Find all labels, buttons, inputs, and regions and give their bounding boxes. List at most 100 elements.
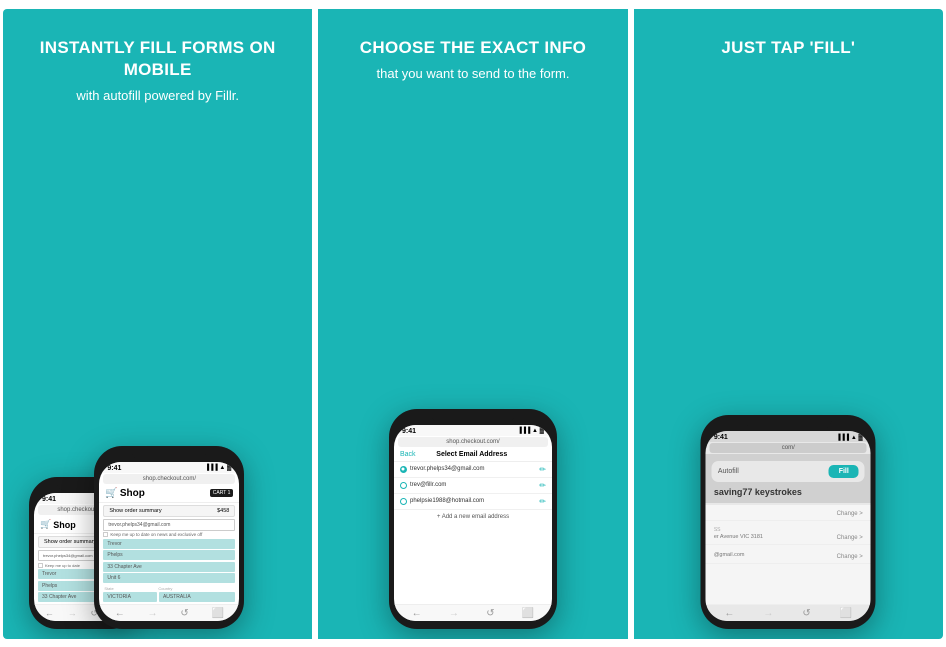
nav-refresh-p3[interactable]: ↺ [802, 608, 810, 619]
email-option-2[interactable]: trev@fillr.com ✏ [394, 478, 552, 494]
phone-panel3: 9:41 ▐▐▐ ▲ ▓ com/ Autofill Fill saving77… [701, 415, 876, 629]
edit-icon-2[interactable]: ✏ [539, 481, 546, 490]
shop-title-small: 🛒 Shop [40, 519, 76, 530]
panel1-subtitle: with autofill powered by Fillr. [76, 87, 239, 105]
email-text-1: trevor.phelps34@gmail.com [410, 466, 484, 472]
panel1-phone-wrapper: 9:41 ▐▐▐ ▲ ▓ shop.checkout.com/ 🛒 Shop S… [19, 125, 296, 619]
browser-nav-main[interactable]: ← → ↺ ⬜ [99, 604, 239, 621]
panel3-phone-wrapper: 9:41 ▐▐▐ ▲ ▓ com/ Autofill Fill saving77… [650, 85, 927, 619]
email-text-3: phelpsie1988@hotmail.com [410, 498, 484, 504]
shop-title-main: 🛒 Shop [105, 488, 144, 499]
status-bar-main: 9:41 ▐▐▐ ▲ ▓ [99, 462, 239, 473]
order-summary-label-small: Show order summary [44, 539, 96, 545]
keystroke-text-p3: saving77 keystrokes [706, 485, 871, 499]
phone-panel2: 9:41 ▐▐▐ ▲ ▓ shop.checkout.com/ Back Sel… [389, 409, 557, 629]
phone-notch-p2 [431, 409, 515, 423]
select-header-p2: Back Select Email Address [394, 448, 552, 462]
add-email-label: + Add a new email address [437, 514, 509, 520]
panel2-title: CHOOSE THE EXACT INFO [360, 37, 586, 59]
radio-selected-1 [400, 466, 407, 473]
status-time-small: 9:41 [42, 496, 56, 503]
field-last-main: Phelps [103, 550, 235, 560]
shop-label-main: Shop [120, 488, 145, 499]
field-first-main: Trevor [103, 539, 235, 549]
phone-notch-main [132, 446, 207, 460]
fill-btn-p3[interactable]: Fill [829, 465, 859, 478]
shop-label-small: Shop [53, 520, 76, 530]
nav-back-small[interactable]: ← [45, 608, 54, 618]
change-rows: Change > SS er Avenue VIC 3181 Change > … [706, 505, 871, 564]
phone-screen-p3: 9:41 ▐▐▐ ▲ ▓ com/ Autofill Fill saving77… [706, 431, 871, 621]
phone-notch-p3 [745, 415, 833, 429]
email-left-2: trev@fillr.com [400, 482, 446, 489]
nav-share-p3[interactable]: ⬜ [840, 608, 852, 619]
order-label-main: Show order summary [109, 508, 161, 514]
change-row-3: @gmail.com Change > [706, 545, 871, 563]
edit-icon-3[interactable]: ✏ [539, 497, 546, 506]
autofill-bar-p3: Autofill Fill [712, 461, 865, 482]
email-field-main: trevor.phelps34@gmail.com [103, 519, 235, 531]
status-time-p2: 9:41 [402, 428, 416, 435]
email-left-3: phelpsie1988@hotmail.com [400, 498, 484, 505]
nav-fwd-small[interactable]: → [68, 608, 77, 618]
change-link-3[interactable]: Change > [837, 554, 863, 560]
nav-share-p2[interactable]: ⬜ [522, 608, 534, 619]
status-bar-p2: 9:41 ▐▐▐ ▲ ▓ [394, 425, 552, 436]
shop-header-main: 🛒 Shop CART 1 [99, 485, 239, 503]
email-option-1[interactable]: trevor.phelps34@gmail.com ✏ [394, 462, 552, 478]
change-row-1: Change > [706, 505, 871, 521]
email-text-2: trev@fillr.com [410, 482, 446, 488]
status-bar-p3: 9:41 ▐▐▐ ▲ ▓ [706, 431, 871, 442]
field-country-main: AUSTRALIA [159, 592, 235, 602]
nav-back-p3[interactable]: ← [724, 608, 734, 619]
order-summary-main[interactable]: Show order summary $458 [103, 505, 235, 517]
phone-main: 9:41 ▐▐▐ ▲ ▓ shop.checkout.com/ 🛒 Shop C… [94, 446, 244, 629]
nav-fwd-p2[interactable]: → [449, 608, 459, 619]
field-addr1-main: 33 Chapter Ave [103, 562, 235, 572]
status-time-main: 9:41 [107, 465, 121, 472]
order-price-main: $458 [217, 508, 229, 514]
change-row-2: SS er Avenue VIC 3181 Change > [706, 521, 871, 545]
panel-fill-forms: INSTANTLY FILL FORMS ON MOBILE with auto… [3, 9, 312, 639]
browser-nav-p2[interactable]: ← → ↺ ⬜ [394, 604, 552, 621]
change-value-2: er Avenue VIC 3181 [714, 533, 763, 541]
change-link-2[interactable]: Change > [837, 535, 863, 541]
email-option-3[interactable]: phelpsie1988@hotmail.com ✏ [394, 494, 552, 510]
autofill-label-p3: Autofill [718, 468, 739, 475]
panel-choose-info: CHOOSE THE EXACT INFO that you want to s… [318, 9, 627, 639]
back-btn-p2[interactable]: Back [400, 451, 416, 458]
panel3-title: JUST TAP 'FILL' [721, 37, 855, 59]
change-link-1[interactable]: Change > [837, 511, 863, 517]
url-bar-p3: com/ [710, 443, 867, 453]
status-icons-main: ▐▐▐ ▲ ▓ [205, 465, 231, 471]
change-value-3: @gmail.com [714, 551, 745, 559]
nav-refresh-p2[interactable]: ↺ [486, 608, 494, 619]
cart-badge-main: CART 1 [210, 489, 234, 497]
field-addr2-main: Unit 6 [103, 573, 235, 583]
spacer-p3 [706, 564, 871, 604]
select-title-p2: Select Email Address [436, 451, 507, 458]
panel2-subtitle: that you want to send to the form. [377, 65, 570, 83]
browser-nav-p3[interactable]: ← → ↺ ⬜ [706, 604, 871, 621]
status-time-p3: 9:41 [714, 434, 728, 441]
field-state-main: VICTORIA [103, 592, 157, 602]
nav-fwd-main[interactable]: → [148, 608, 158, 619]
add-email-btn[interactable]: + Add a new email address [394, 510, 552, 524]
panel1-title: INSTANTLY FILL FORMS ON MOBILE [19, 37, 296, 81]
app-container: INSTANTLY FILL FORMS ON MOBILE with auto… [3, 9, 943, 639]
status-icons-p2: ▐▐▐ ▲ ▓ [518, 428, 544, 434]
nav-back-main[interactable]: ← [115, 608, 125, 619]
spacer-p2 [394, 524, 552, 604]
url-bar-p2: shop.checkout.com/ [398, 437, 548, 447]
nav-share-main[interactable]: ⬜ [212, 608, 224, 619]
keystroke-number: 77 [742, 487, 752, 497]
radio-2 [400, 482, 407, 489]
nav-refresh-main[interactable]: ↺ [180, 608, 188, 619]
nav-back-p2[interactable]: ← [412, 608, 422, 619]
phone-screen-main: 9:41 ▐▐▐ ▲ ▓ shop.checkout.com/ 🛒 Shop C… [99, 462, 239, 621]
nav-fwd-p3[interactable]: → [763, 608, 773, 619]
url-bar-main: shop.checkout.com/ [103, 474, 235, 484]
checkbox-icon-small [38, 563, 43, 568]
panel-tap-fill: JUST TAP 'FILL' 9:41 ▐▐▐ ▲ ▓ com/ Autofi… [634, 9, 943, 639]
edit-icon-1[interactable]: ✏ [539, 465, 546, 474]
